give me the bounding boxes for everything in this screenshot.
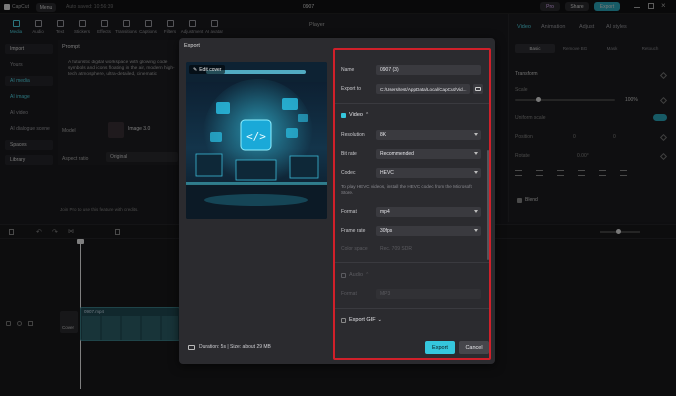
name-input[interactable]: 0907 (3) [376,65,481,75]
divider [335,103,489,104]
divider [335,262,489,263]
dialog-title: Export [184,43,200,49]
cover-preview: </> ✎ Edit cover [186,62,327,219]
chevron-up-icon: ⌃ [365,272,370,278]
svg-text:</>: </> [246,130,266,143]
export-dialog: Export </> ✎ Edit cover Duration: 5s | S… [179,38,495,364]
format-label: Format [341,209,357,215]
chevron-down-icon [474,229,478,232]
bitrate-value: Recommended [380,151,414,157]
audio-checkbox[interactable] [341,273,346,278]
format-value: mp4 [380,209,390,215]
colorspace-value: Rec. 709 SDR [380,246,412,252]
audio-section-label: Audio [349,272,364,278]
audio-format-select[interactable]: MP3 [376,289,481,299]
edit-cover-button[interactable]: ✎ Edit cover [189,65,226,74]
duration-text: Duration: 5s | Size: about 29 MB [199,344,271,350]
chevron-down-icon [474,210,478,213]
name-label: Name [341,67,355,73]
gif-section-label: Export GIF [349,317,376,323]
duration-info: Duration: 5s | Size: about 29 MB [188,344,271,350]
export-settings: Name 0907 (3) Export to C:/Users/test/Ap… [333,48,491,360]
chevron-down-icon: ⌄ [377,317,382,323]
gif-section-header[interactable]: Export GIF ⌄ [349,317,382,323]
framerate-value: 30fps [380,228,393,234]
codec-label: Codec [341,170,356,176]
codec-value: HEVC [380,170,394,176]
export-to-label: Export to [341,86,362,92]
export-path-input[interactable]: C:/Users/test/AppData/Local/CapCut/Vid..… [376,84,470,94]
codec-select[interactable]: HEVC [376,168,481,178]
name-value: 0907 (3) [380,67,399,73]
bitrate-select[interactable]: Recommended [376,149,481,159]
framerate-label: Frame rate [341,228,366,234]
resolution-value: 8K [380,132,387,138]
chevron-down-icon [474,152,478,155]
resolution-label: Resolution [341,132,365,138]
capcut-window: CapCut Menu Auto saved: 10:56:39 0907 Pr… [0,0,676,396]
cover-image: </> [186,62,327,219]
scrollbar[interactable] [487,150,489,260]
cancel-button[interactable]: Cancel [459,341,489,354]
format-select[interactable]: mp4 [376,207,481,217]
film-icon [188,344,195,350]
chevron-down-icon [474,133,478,136]
export-button[interactable]: Export [425,341,455,354]
audio-format-value: MP3 [380,291,391,297]
edit-cover-label: Edit cover [199,66,222,73]
folder-icon [475,87,481,91]
pencil-icon: ✎ [193,66,198,73]
chevron-up-icon: ⌃ [364,112,370,118]
video-section-label: Video [349,112,363,118]
export-path-value: C:/Users/test/AppData/Local/CapCut/Vid..… [380,86,467,92]
hevc-note: To play HEVC videos, install the HEVC co… [341,184,472,195]
audio-format-label: Format [341,291,357,297]
export-gif-checkbox[interactable] [341,318,346,323]
chevron-down-icon [474,171,478,174]
bitrate-label: Bit rate [341,151,357,157]
divider [335,308,489,309]
video-checkbox[interactable] [341,113,346,118]
resolution-select[interactable]: 8K [376,130,481,140]
colorspace-label: Color space [341,246,368,252]
framerate-select[interactable]: 30fps [376,226,481,236]
folder-button[interactable] [473,84,483,94]
audio-section-header[interactable]: Audio ⌃ [349,272,369,278]
video-section-header[interactable]: Video ⌃ [349,112,369,118]
